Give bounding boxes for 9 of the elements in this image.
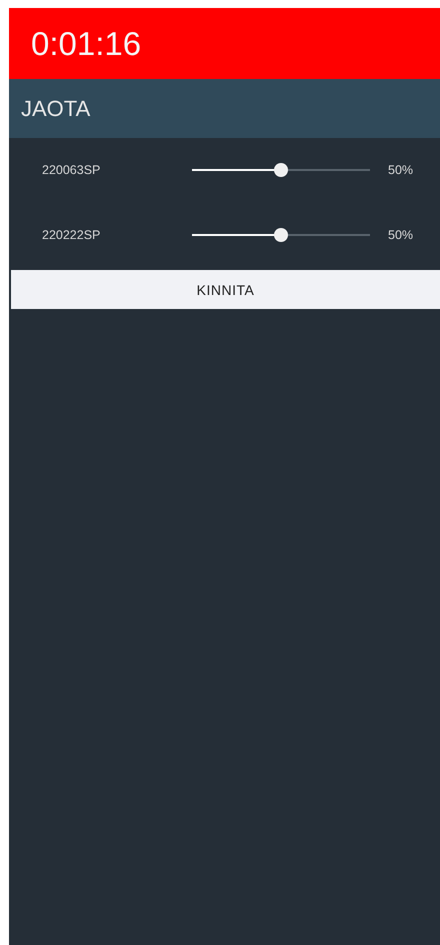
title: JAOTA [21,96,90,122]
slider-thumb[interactable] [274,163,288,177]
percent-value: 50% [388,228,414,242]
slider-thumb[interactable] [274,228,288,242]
confirm-button[interactable]: KINNITA [11,270,440,309]
timer: 0:01:16 [31,24,142,62]
slider-label: 220063SP [41,163,102,177]
percent-value: 50% [388,163,414,177]
slider-label: 220222SP [41,228,102,242]
